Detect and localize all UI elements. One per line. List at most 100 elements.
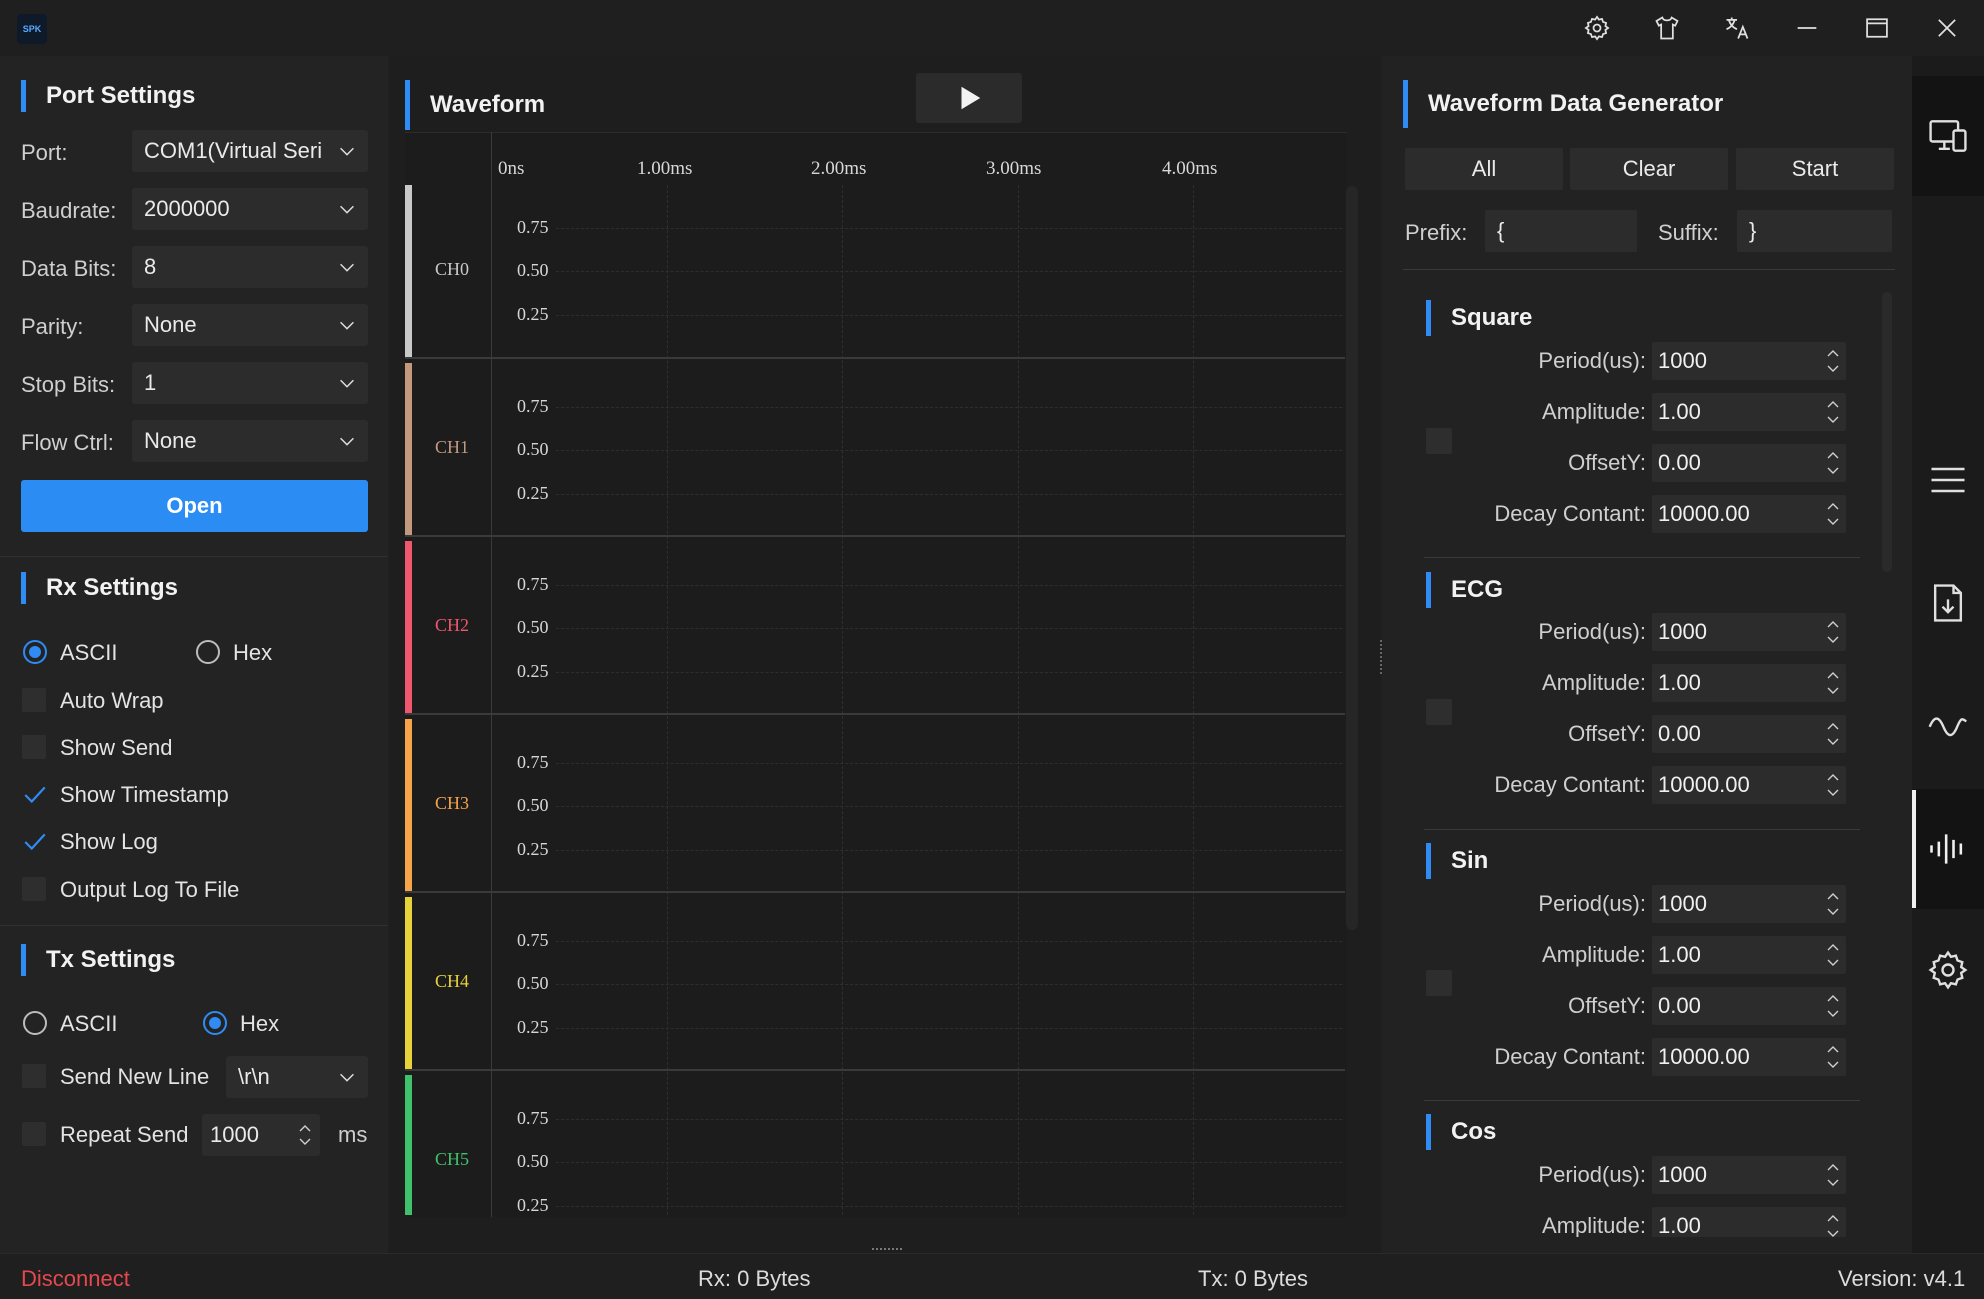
grid-line (556, 1162, 1342, 1163)
show-send-checkbox[interactable] (22, 735, 46, 759)
grid-line (556, 1119, 1342, 1120)
send-new-line-label: Send New Line (60, 1064, 210, 1089)
ecg-title: ECG (1426, 572, 1503, 608)
stepper-arrows-icon[interactable] (1822, 1208, 1844, 1237)
section-accent-bar (21, 572, 26, 604)
stop-bits-select[interactable]: 1 (132, 362, 368, 404)
close-icon[interactable] (1922, 8, 1972, 48)
tx-hex-radio[interactable] (203, 1011, 227, 1035)
tx-settings-label: Tx Settings (46, 946, 176, 973)
port-value: COM1(Virtual Seri (144, 138, 323, 163)
nav-download[interactable] (1912, 543, 1984, 663)
suffix-input[interactable]: } (1737, 210, 1892, 252)
stepper-arrows-icon[interactable] (1822, 716, 1844, 752)
ecg-period-stepper[interactable]: 1000 (1652, 613, 1846, 651)
sin-amplitude-stepper[interactable]: 1.00 (1652, 936, 1846, 974)
generator-scrollbar[interactable] (1882, 292, 1892, 572)
sin-period-stepper[interactable]: 1000 (1652, 885, 1846, 923)
grid-line (556, 407, 1342, 408)
parity-select[interactable]: None (132, 304, 368, 346)
repeat-interval-value: 1000 (210, 1122, 259, 1147)
ecg-amplitude-stepper[interactable]: 1.00 (1652, 664, 1846, 702)
tx-ascii-radio[interactable] (23, 1011, 47, 1035)
stepper-arrows-icon[interactable] (1822, 343, 1844, 379)
square-decay-stepper[interactable]: 10000.00 (1652, 495, 1846, 533)
baudrate-select[interactable]: 2000000 (132, 188, 368, 230)
square-amplitude-stepper[interactable]: 1.00 (1652, 393, 1846, 431)
channel-color-bar (405, 719, 412, 893)
channel-color-bar (405, 541, 412, 715)
stepper-arrows-icon[interactable] (1822, 445, 1844, 481)
stepper-arrows-icon[interactable] (1822, 1039, 1844, 1075)
resize-handle[interactable] (872, 1248, 902, 1252)
repeat-send-checkbox[interactable] (22, 1122, 46, 1146)
repeat-interval-stepper[interactable]: 1000 (202, 1114, 320, 1156)
ecg-label: ECG (1451, 576, 1504, 603)
stepper-arrows-icon[interactable] (1822, 394, 1844, 430)
square-period-stepper[interactable]: 1000 (1652, 342, 1846, 380)
new-line-select[interactable]: \r\n (226, 1056, 368, 1098)
output-log-checkbox[interactable] (22, 877, 46, 901)
show-timestamp-checkbox[interactable] (22, 782, 46, 806)
nav-menu[interactable] (1912, 420, 1984, 540)
send-new-line-checkbox[interactable] (22, 1064, 46, 1088)
sine-wave-icon (1928, 717, 1967, 737)
cos-period-stepper[interactable]: 1000 (1652, 1156, 1846, 1194)
period-value: 1000 (1658, 891, 1707, 916)
stepper-arrows-icon[interactable] (1822, 937, 1844, 973)
stepper-arrows-icon[interactable] (1822, 988, 1844, 1024)
rx-ascii-radio[interactable] (23, 640, 47, 664)
stepper-arrows-icon[interactable] (1822, 665, 1844, 701)
waveform-scrollbar[interactable] (1346, 186, 1358, 930)
ecg-offset-stepper[interactable]: 0.00 (1652, 715, 1846, 753)
stepper-arrows-icon[interactable] (294, 1117, 316, 1153)
nav-settings[interactable] (1912, 910, 1984, 1030)
sin-offset-stepper[interactable]: 0.00 (1652, 987, 1846, 1025)
maximize-icon[interactable] (1852, 8, 1902, 48)
nav-signal[interactable] (1912, 665, 1984, 785)
grid-line (556, 450, 1342, 451)
data-bits-select[interactable]: 8 (132, 246, 368, 288)
rx-hex-radio[interactable] (196, 640, 220, 664)
new-line-value: \r\n (238, 1064, 270, 1089)
grid-line (556, 315, 1342, 316)
all-button[interactable]: All (1405, 148, 1563, 190)
minimize-icon[interactable] (1782, 8, 1832, 48)
translate-icon[interactable] (1712, 8, 1762, 48)
show-log-checkbox[interactable] (22, 829, 46, 853)
period-value: 1000 (1658, 619, 1707, 644)
sin-decay-stepper[interactable]: 10000.00 (1652, 1038, 1846, 1076)
section-divider (1403, 269, 1895, 270)
cos-amplitude-stepper[interactable]: 1.00 (1652, 1207, 1846, 1237)
decay-value: 10000.00 (1658, 501, 1750, 526)
port-select[interactable]: COM1(Virtual Seri (132, 130, 368, 172)
y-tick: 0.25 (517, 304, 549, 324)
parity-value: None (144, 312, 197, 337)
checkmark-icon (24, 786, 46, 804)
stepper-arrows-icon[interactable] (1822, 767, 1844, 803)
shirt-icon[interactable] (1642, 8, 1692, 48)
output-log-label: Output Log To File (60, 877, 240, 902)
square-offset-stepper[interactable]: 0.00 (1652, 444, 1846, 482)
offset-value: 0.00 (1658, 450, 1701, 475)
cos-amplitude-row-clip: Amplitude: 1.00 (1382, 1201, 1912, 1237)
grid-line (556, 494, 1342, 495)
flow-ctrl-select[interactable]: None (132, 420, 368, 462)
stepper-arrows-icon[interactable] (1822, 496, 1844, 532)
stepper-arrows-icon[interactable] (1822, 886, 1844, 922)
y-tick: 0.25 (517, 839, 549, 859)
channel-name: CH1 (435, 437, 470, 457)
gear-icon[interactable] (1572, 8, 1622, 48)
stepper-arrows-icon[interactable] (1822, 1157, 1844, 1193)
port-settings-title: Port Settings (21, 80, 195, 112)
prefix-input[interactable]: { (1485, 210, 1637, 252)
stepper-arrows-icon[interactable] (1822, 614, 1844, 650)
nav-waveform[interactable] (1912, 789, 1984, 909)
start-button[interactable]: Start (1736, 148, 1894, 190)
play-button[interactable] (916, 73, 1022, 123)
open-button[interactable]: Open (21, 480, 368, 532)
clear-button[interactable]: Clear (1570, 148, 1728, 190)
nav-devices[interactable] (1912, 76, 1984, 196)
ecg-decay-stepper[interactable]: 10000.00 (1652, 766, 1846, 804)
auto-wrap-checkbox[interactable] (22, 688, 46, 712)
